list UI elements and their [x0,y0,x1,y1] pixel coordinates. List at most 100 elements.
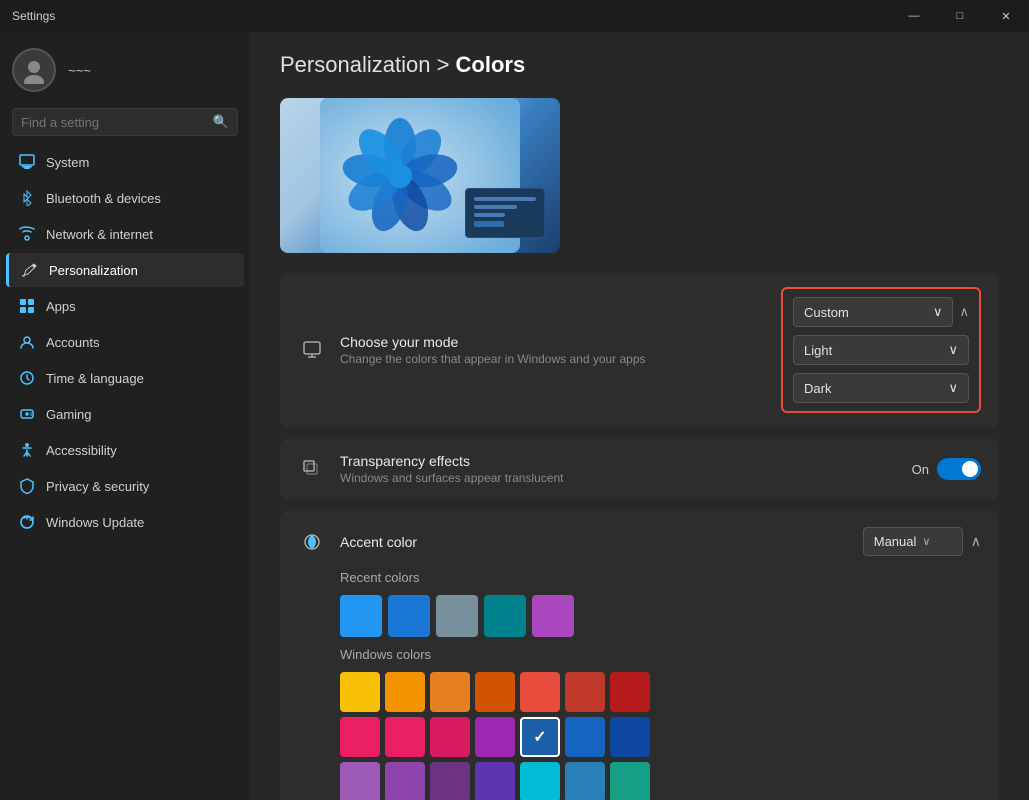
avatar [12,48,56,92]
dark-chevron: ∨ [948,380,958,396]
transparency-toggle-label: On [912,462,929,477]
profile-name: ~~~ [68,63,91,78]
sidebar: ~~~ 🔍 System Bluetooth & devices Network… [0,32,250,800]
sidebar-item-privacy-label: Privacy & security [46,479,149,494]
system-icon [18,153,36,171]
sidebar-item-network[interactable]: Network & internet [6,217,244,251]
custom-label: Custom [804,305,849,320]
recent-color-2[interactable] [388,595,430,637]
sidebar-item-system[interactable]: System [6,145,244,179]
sidebar-item-update[interactable]: Windows Update [6,505,244,539]
apps-icon [18,297,36,315]
main-content: Personalization > Colors [250,32,1029,800]
color-deep-red[interactable] [610,672,650,712]
sidebar-item-accounts-label: Accounts [46,335,99,350]
sidebar-item-apps-label: Apps [46,299,76,314]
sidebar-item-accessibility[interactable]: Accessibility [6,433,244,467]
transparency-title: Transparency effects [340,453,912,469]
mode-desc: Change the colors that appear in Windows… [340,352,781,366]
time-icon [18,369,36,387]
accent-header: Accent color Manual ∨ ∧ [298,527,981,556]
transparency-toggle[interactable] [937,458,981,480]
sidebar-item-gaming[interactable]: Gaming [6,397,244,431]
update-icon [18,513,36,531]
light-mode-dropdown[interactable]: Light ∨ [793,335,969,365]
mode-section: Choose your mode Change the colors that … [280,273,999,427]
color-deep-purple[interactable] [430,762,470,800]
color-hot-pink[interactable] [385,717,425,757]
sidebar-item-personalization[interactable]: Personalization [6,253,244,287]
accounts-icon [18,333,36,351]
search-box[interactable]: 🔍 [12,108,238,136]
recent-color-5[interactable] [532,595,574,637]
color-cyan[interactable] [520,762,560,800]
sidebar-item-time[interactable]: Time & language [6,361,244,395]
network-icon [18,225,36,243]
search-icon: 🔍 [213,114,229,130]
recent-color-3[interactable] [436,595,478,637]
sidebar-item-accounts[interactable]: Accounts [6,325,244,359]
color-blue-selected[interactable] [520,717,560,757]
transparency-text: Transparency effects Windows and surface… [340,453,912,485]
sidebar-item-accessibility-label: Accessibility [46,443,117,458]
color-row-1 [340,672,981,712]
transparency-toggle-container: On [912,458,981,480]
recent-color-1[interactable] [340,595,382,637]
mode-row: Choose your mode Change the colors that … [280,273,999,427]
accent-icon [298,528,326,556]
light-label: Light [804,343,832,358]
sidebar-item-time-label: Time & language [46,371,144,386]
color-gold[interactable] [385,672,425,712]
highlighted-dropdown-box: Custom ∨ ∧ Light ∨ Dark ∨ [781,287,981,413]
titlebar: Settings — □ ✕ [0,0,1029,32]
mode-control: Custom ∨ ∧ Light ∨ Dark ∨ [781,287,981,413]
sidebar-item-personalization-label: Personalization [49,263,138,278]
color-cerulean[interactable] [565,762,605,800]
mode-collapse-btn[interactable]: ∧ [959,304,969,320]
close-button[interactable]: ✕ [983,0,1029,32]
color-magenta[interactable] [430,717,470,757]
color-red[interactable] [520,672,560,712]
breadcrumb: Personalization > Colors [280,52,999,78]
breadcrumb-separator: > [437,52,456,77]
breadcrumb-parent: Personalization [280,52,430,77]
color-teal[interactable] [610,762,650,800]
search-input[interactable] [21,115,213,130]
light-mode-row: Light ∨ [793,335,969,365]
recent-colors-section: Recent colors Windows colors [298,570,981,800]
color-dark-red[interactable] [565,672,605,712]
color-dark-orange[interactable] [475,672,515,712]
personalization-icon [21,261,39,279]
gaming-icon [18,405,36,423]
sidebar-item-privacy[interactable]: Privacy & security [6,469,244,503]
color-yellow[interactable] [340,672,380,712]
color-dark-violet[interactable] [385,762,425,800]
color-violet[interactable] [340,762,380,800]
color-orange[interactable] [430,672,470,712]
transparency-row: Transparency effects Windows and surface… [280,439,999,499]
app-title: Settings [12,9,55,23]
color-indigo[interactable] [475,762,515,800]
sidebar-item-bluetooth-label: Bluetooth & devices [46,191,161,206]
accent-dropdown[interactable]: Manual ∨ [863,527,963,556]
profile-section: ~~~ [0,40,250,104]
minimize-button[interactable]: — [891,0,937,32]
dark-mode-row: Dark ∨ [793,373,969,403]
dark-mode-dropdown[interactable]: Dark ∨ [793,373,969,403]
dark-label: Dark [804,381,831,396]
accent-collapse-icon[interactable]: ∧ [971,533,981,550]
color-row-2 [340,717,981,757]
sidebar-item-apps[interactable]: Apps [6,289,244,323]
recent-color-4[interactable] [484,595,526,637]
maximize-button[interactable]: □ [937,0,983,32]
color-purple[interactable] [475,717,515,757]
custom-mode-dropdown[interactable]: Custom ∨ [793,297,953,327]
custom-mode-row[interactable]: Custom ∨ ∧ [793,297,969,327]
color-dark-blue[interactable] [565,717,605,757]
recent-colors-row [340,595,981,637]
window-controls: — □ ✕ [891,0,1029,32]
color-pink[interactable] [340,717,380,757]
sidebar-item-network-label: Network & internet [46,227,153,242]
sidebar-item-bluetooth[interactable]: Bluetooth & devices [6,181,244,215]
color-navy[interactable] [610,717,650,757]
